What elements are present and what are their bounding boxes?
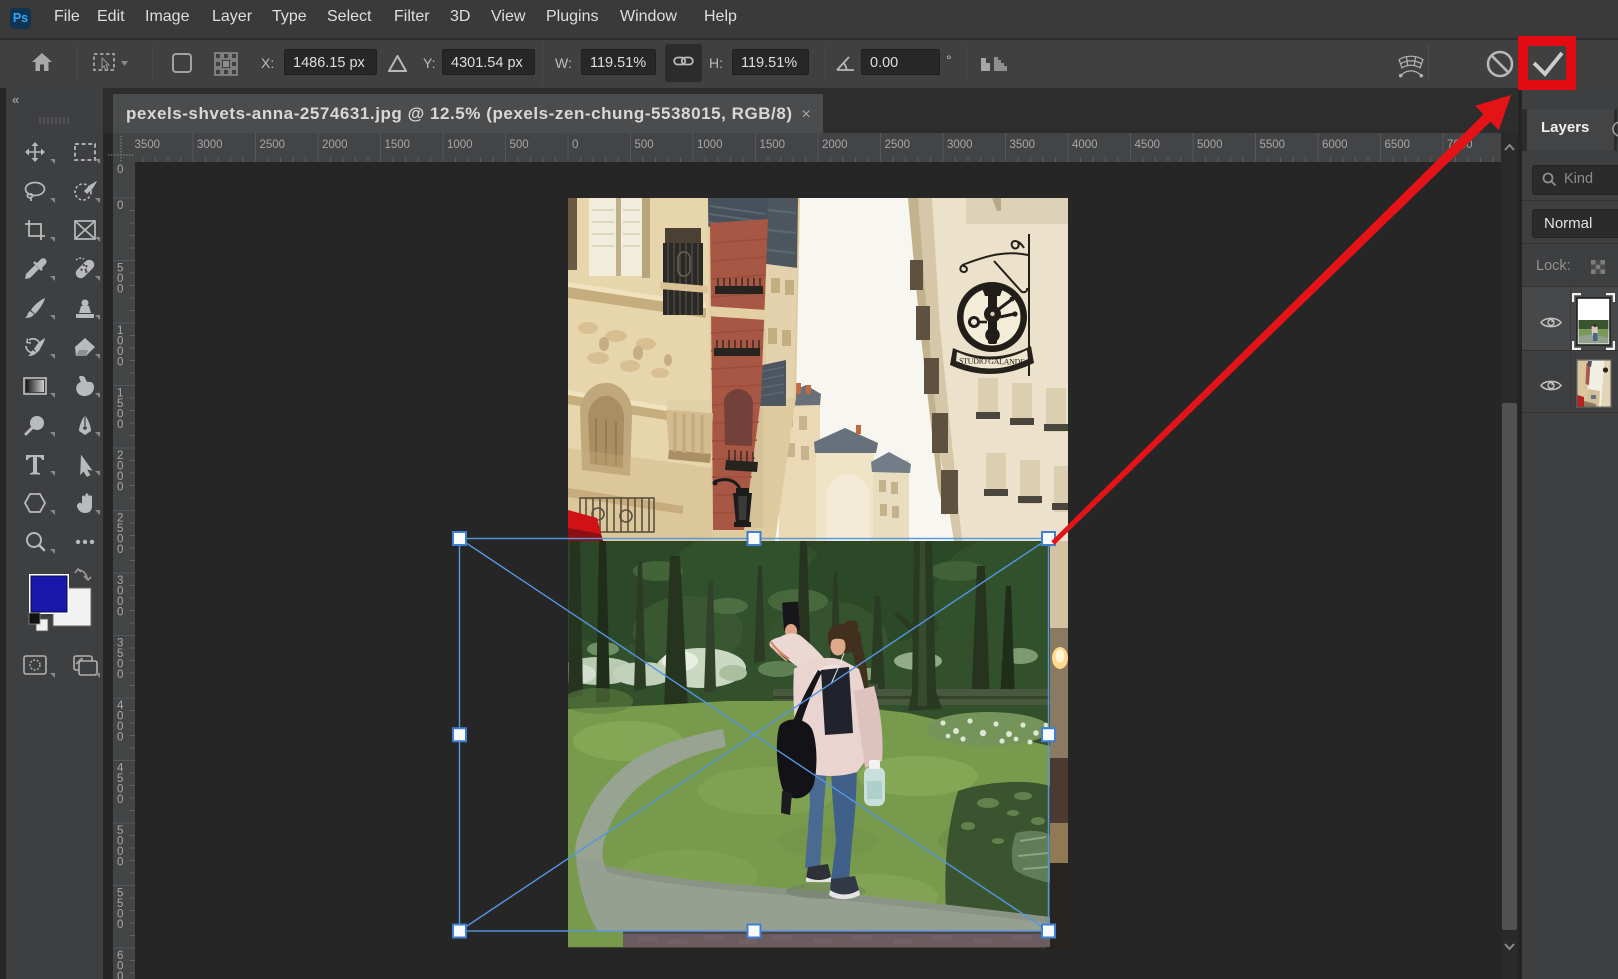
svg-text:0: 0 <box>117 284 123 296</box>
svg-text:0: 0 <box>572 139 578 151</box>
svg-text:3000: 3000 <box>947 139 973 151</box>
svg-text:2000: 2000 <box>822 139 848 151</box>
svg-text:1500: 1500 <box>760 139 786 151</box>
svg-text:0: 0 <box>117 482 123 494</box>
svg-text:5000: 5000 <box>1197 139 1223 151</box>
svg-text:0: 0 <box>117 732 123 744</box>
svg-text:0: 0 <box>117 971 123 979</box>
svg-text:0: 0 <box>117 607 123 619</box>
svg-text:1500: 1500 <box>385 139 411 151</box>
svg-text:0: 0 <box>117 164 123 176</box>
svg-text:4000: 4000 <box>1072 139 1098 151</box>
svg-text:500: 500 <box>510 139 529 151</box>
svg-text:2500: 2500 <box>260 139 286 151</box>
svg-text:0: 0 <box>117 200 123 212</box>
svg-text:«: « <box>12 92 19 107</box>
svg-text:4500: 4500 <box>1135 139 1161 151</box>
svg-text:0: 0 <box>117 794 123 806</box>
svg-text:2000: 2000 <box>322 139 348 151</box>
svg-text:5500: 5500 <box>1260 139 1286 151</box>
svg-text:6000: 6000 <box>1322 139 1348 151</box>
svg-text:2500: 2500 <box>885 139 911 151</box>
svg-text:1000: 1000 <box>697 139 723 151</box>
svg-text:0: 0 <box>117 544 123 556</box>
svg-text:3500: 3500 <box>1010 139 1036 151</box>
svg-text:7000: 7000 <box>1447 139 1473 151</box>
svg-text:0: 0 <box>117 919 123 931</box>
svg-text:6500: 6500 <box>1385 139 1411 151</box>
svg-text:3500: 3500 <box>135 139 160 151</box>
svg-text:0: 0 <box>117 357 123 369</box>
svg-text:0: 0 <box>117 857 123 869</box>
svg-text:0: 0 <box>117 419 123 431</box>
svg-text:1000: 1000 <box>447 139 473 151</box>
svg-text:0: 0 <box>117 669 123 681</box>
svg-text:3000: 3000 <box>197 139 223 151</box>
svg-text:500: 500 <box>635 139 654 151</box>
